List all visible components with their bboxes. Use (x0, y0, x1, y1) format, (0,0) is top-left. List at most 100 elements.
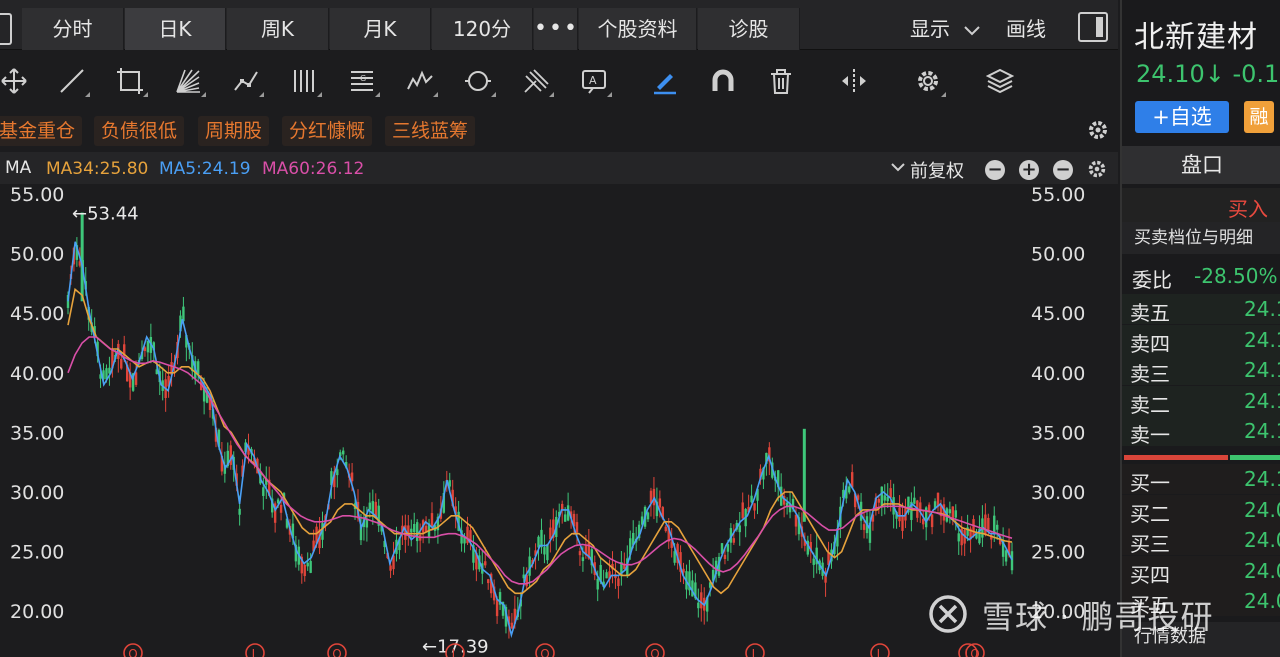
candle-body (984, 514, 987, 535)
candle-body (948, 509, 952, 514)
sell-level-label: 卖四 (1130, 332, 1170, 356)
trash-icon[interactable] (761, 51, 801, 111)
gear-icon[interactable] (908, 51, 948, 111)
layers-icon[interactable] (980, 51, 1020, 111)
tab-stock-profile[interactable]: 个股资料 (579, 8, 697, 50)
order-ratio-label: 委比 (1132, 268, 1172, 292)
zoom-in-button[interactable]: + (1019, 160, 1039, 180)
sell-level-price: 24.1 (1244, 328, 1280, 352)
y-tick-label-right: 55.00 (1031, 184, 1085, 206)
parallel-lines-icon[interactable] (284, 51, 324, 111)
display-dropdown[interactable]: 显示 (910, 8, 981, 50)
sell-level-label: 卖三 (1130, 362, 1170, 386)
line-icon[interactable] (52, 51, 92, 111)
tab-120min[interactable]: 120分 (432, 8, 533, 50)
pattern-icon[interactable] (226, 51, 266, 111)
candle-body (738, 525, 741, 533)
tag-fund-holding[interactable]: 基金重仓 (0, 116, 83, 146)
tag-cyclical[interactable]: 周期股 (198, 116, 270, 146)
sell-level-label: 卖一 (1130, 423, 1170, 447)
quote-panel: 北新建材 24.10↓ -0.1 +自选 融 盘口 买入 买卖档位与明细 委比 … (1120, 0, 1280, 657)
candle-body (80, 212, 84, 302)
tag-low-debt[interactable]: 负债很低 (94, 116, 185, 146)
gann-icon[interactable]: G (342, 51, 382, 111)
sell-level-row: 卖四 24.1 (1122, 325, 1280, 356)
tag-settings-gear-icon[interactable] (1086, 118, 1110, 142)
candle-body (238, 508, 241, 515)
candle-body (563, 514, 567, 522)
tag-generous-dividend[interactable]: 分红慷慨 (282, 116, 373, 146)
candle-body (303, 564, 306, 577)
order-ratio-row: 委比 -28.50% (1122, 258, 1280, 294)
fan-icon[interactable] (168, 51, 208, 111)
tag-blue-chip[interactable]: 三线蓝筹 (385, 116, 476, 146)
y-axis-right: 55.0050.0045.0040.0035.0030.0025.0020.00 (1031, 184, 1085, 623)
candle-body (996, 524, 999, 530)
wave-icon[interactable] (400, 51, 440, 111)
move-icon[interactable] (0, 51, 34, 111)
event-marker: Q (645, 643, 665, 657)
zoom-out-button[interactable]: − (985, 160, 1005, 180)
cycle-icon[interactable] (458, 51, 498, 111)
order-ratio-value: -28.50% (1194, 264, 1278, 288)
candle-body (262, 487, 265, 496)
candle-body (510, 622, 514, 629)
event-marker-label: Q (128, 647, 137, 657)
price-adjust-dropdown[interactable]: 前复权 (910, 157, 964, 183)
candle-body (430, 513, 434, 526)
kline-chart[interactable]: 55.00 50.00 45.00 40.00 35.00 30.00 25.00 20.00… (0, 184, 1118, 657)
candle-body (883, 495, 886, 501)
event-marker-label: L (877, 647, 884, 657)
pen-icon[interactable] (645, 51, 685, 111)
svg-text:G: G (360, 74, 366, 83)
candle-body (732, 538, 736, 543)
sell-level-label: 卖五 (1130, 301, 1170, 325)
panel-toggle-icon[interactable] (1078, 12, 1108, 42)
text-icon[interactable]: A (574, 51, 614, 111)
panel-stub-icon[interactable] (0, 13, 12, 45)
event-marker-label: Q (332, 647, 341, 657)
tab-order-book[interactable]: 盘口 (1122, 146, 1280, 184)
pitchfork-icon[interactable] (516, 51, 556, 111)
remove-indicator-button[interactable]: − (1053, 160, 1073, 180)
candle-body (812, 558, 815, 565)
sell-level-price: 24.1 (1244, 297, 1280, 321)
tab-intraday[interactable]: 分时 (22, 8, 124, 50)
buy-level-price: 24.0 (1244, 528, 1280, 552)
candle-body (889, 488, 892, 498)
candle-body (543, 547, 546, 555)
ma-settings-gear-icon[interactable] (1086, 158, 1108, 180)
buy-label: 买入 (1228, 197, 1268, 221)
concept-tag-bar: 基金重仓 负债很低 周期股 分红慷慨 三线蓝筹 (0, 112, 1118, 150)
tab-monthly-k[interactable]: 月K (330, 8, 431, 50)
add-watchlist-button[interactable]: +自选 (1135, 101, 1229, 133)
candle-body (389, 565, 392, 571)
candle-body (342, 450, 345, 455)
buy-tab[interactable]: 买入 (1122, 188, 1280, 222)
candle-body (1004, 550, 1008, 562)
candle-body (957, 533, 960, 542)
ma34-value: MA34:25.80 (46, 159, 149, 179)
svg-text:A: A (589, 74, 597, 87)
tab-weekly-k[interactable]: 周K (227, 8, 329, 50)
magnet-icon[interactable] (703, 51, 743, 111)
draw-line-button[interactable]: 画线 (1006, 8, 1046, 50)
order-book-detail-title[interactable]: 买卖档位与明细 (1122, 222, 1280, 254)
tab-diagnosis[interactable]: 诊股 (698, 8, 800, 50)
event-marker: L (745, 643, 765, 657)
ma60-value: MA60:26.12 (262, 159, 365, 179)
split-icon[interactable] (834, 51, 874, 111)
ma-indicator-label[interactable]: MA (5, 158, 31, 178)
candle-body (182, 306, 185, 322)
candle-body (862, 524, 866, 530)
buy-level-row: 买一 24.1 (1122, 464, 1280, 495)
candle-body (279, 504, 283, 513)
tab-daily-k[interactable]: 日K (125, 8, 226, 50)
y-tick-label-left: 50.00 (10, 244, 64, 266)
more-tabs-button[interactable]: ••• (534, 8, 578, 50)
rect-icon[interactable] (110, 51, 150, 111)
ma-legend-bar: MA MA34:25.80 MA5:24.19 MA60:26.12 前复权 −… (0, 152, 1118, 184)
candle-body (802, 428, 806, 522)
candle-body (930, 514, 934, 528)
candle-body (741, 502, 744, 519)
